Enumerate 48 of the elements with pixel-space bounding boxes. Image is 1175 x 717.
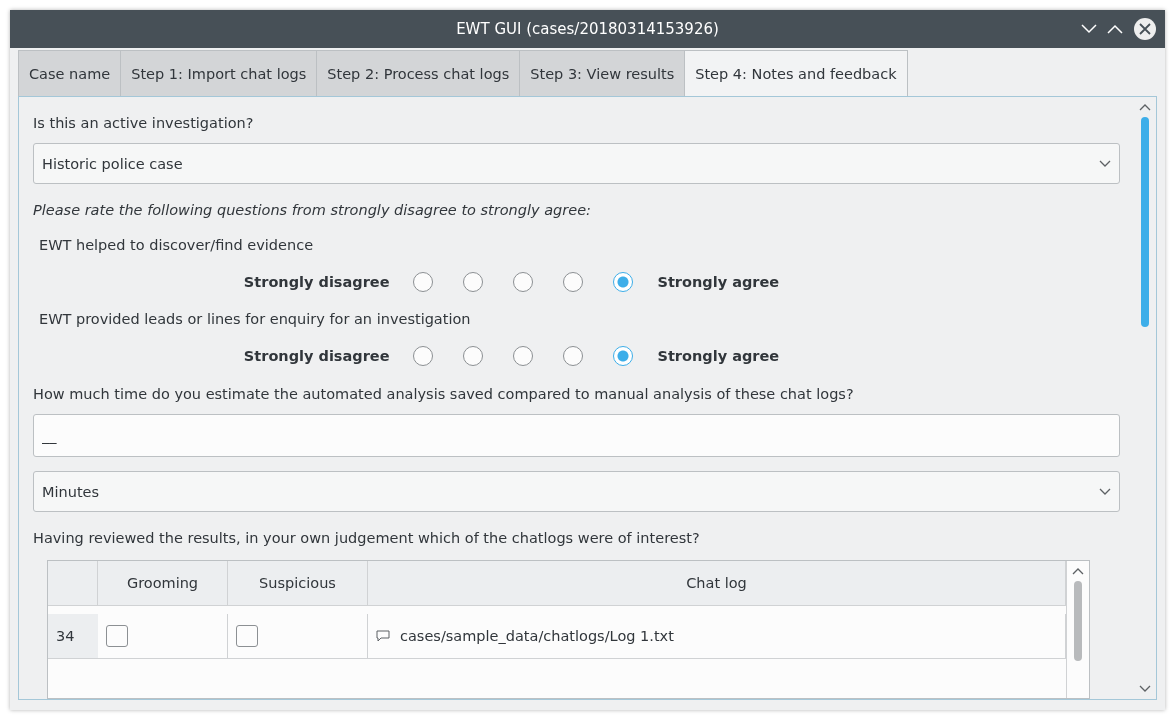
scroll-thumb[interactable] <box>1141 117 1149 327</box>
rating-instructions: Please rate the following questions from strongly disagree to strongly agree: <box>33 200 592 220</box>
column-header[interactable]: Grooming <box>98 561 228 607</box>
radio-button[interactable] <box>463 346 484 367</box>
scroll-up-icon[interactable] <box>1139 103 1151 111</box>
radio-button[interactable] <box>613 346 634 367</box>
column-header[interactable]: Chat log <box>368 561 1066 607</box>
tab[interactable]: Step 2: Process chat logs <box>316 50 521 96</box>
unit-dropdown[interactable]: Minutes <box>33 471 1120 513</box>
question-label: Is this an active investigation? <box>33 114 255 134</box>
rating-question: EWT helped to discover/find evidence <box>38 235 315 255</box>
chat-bubble-icon <box>376 630 390 643</box>
radio-button[interactable] <box>563 272 584 293</box>
question-label: How much time do you estimate the automated analysis saved compared to manual analysis of these chat logs? <box>33 384 855 404</box>
minimize-icon[interactable] <box>1081 24 1097 34</box>
radio-button[interactable] <box>613 272 634 293</box>
tab[interactable]: Step 3: View results <box>519 50 686 96</box>
scale-high-label: Strongly agree <box>657 274 780 291</box>
radio-button[interactable] <box>513 346 534 367</box>
scale-low-label: Strongly disagree <box>243 274 390 291</box>
question-label: Having reviewed the results, in your own judgement which of the chatlogs were of interest? <box>33 529 701 549</box>
investigation-dropdown[interactable]: Historic police case <box>33 143 1120 185</box>
radio-button[interactable] <box>463 272 484 293</box>
tab[interactable]: Step 1: Import chat logs <box>120 50 318 96</box>
scroll-down-icon[interactable] <box>1139 685 1151 693</box>
suspicious-checkbox[interactable] <box>236 625 258 648</box>
grooming-checkbox[interactable] <box>106 625 128 648</box>
row-number: 34 <box>48 614 98 660</box>
scale-low-label: Strongly disagree <box>243 348 390 365</box>
maximize-icon[interactable] <box>1107 24 1123 34</box>
radio-button[interactable] <box>563 346 584 367</box>
tab[interactable]: Step 4: Notes and feedback <box>684 50 908 96</box>
scroll-up-icon[interactable] <box>1072 567 1084 576</box>
dropdown-caret-icon[interactable] <box>1099 487 1111 496</box>
radio-button[interactable] <box>413 346 434 367</box>
time-input-field[interactable]: __ <box>33 414 1120 458</box>
header-cell <box>48 561 98 607</box>
radio-button[interactable] <box>513 272 534 293</box>
window-title: EWT GUI (cases/20180314153926) <box>455 20 720 38</box>
close-icon[interactable] <box>1133 17 1157 41</box>
scroll-thumb[interactable] <box>1074 581 1082 662</box>
dropdown-caret-icon[interactable] <box>1099 159 1111 168</box>
chatlog-path: cases/sample_data/chatlogs/Log 1.txt <box>400 628 674 645</box>
radio-button[interactable] <box>413 272 434 293</box>
column-header[interactable]: Suspicious <box>228 561 368 607</box>
scale-high-label: Strongly agree <box>657 348 780 365</box>
tab[interactable]: Case name <box>18 50 122 96</box>
rating-question: EWT provided leads or lines for enquiry for an investigation <box>38 310 472 330</box>
